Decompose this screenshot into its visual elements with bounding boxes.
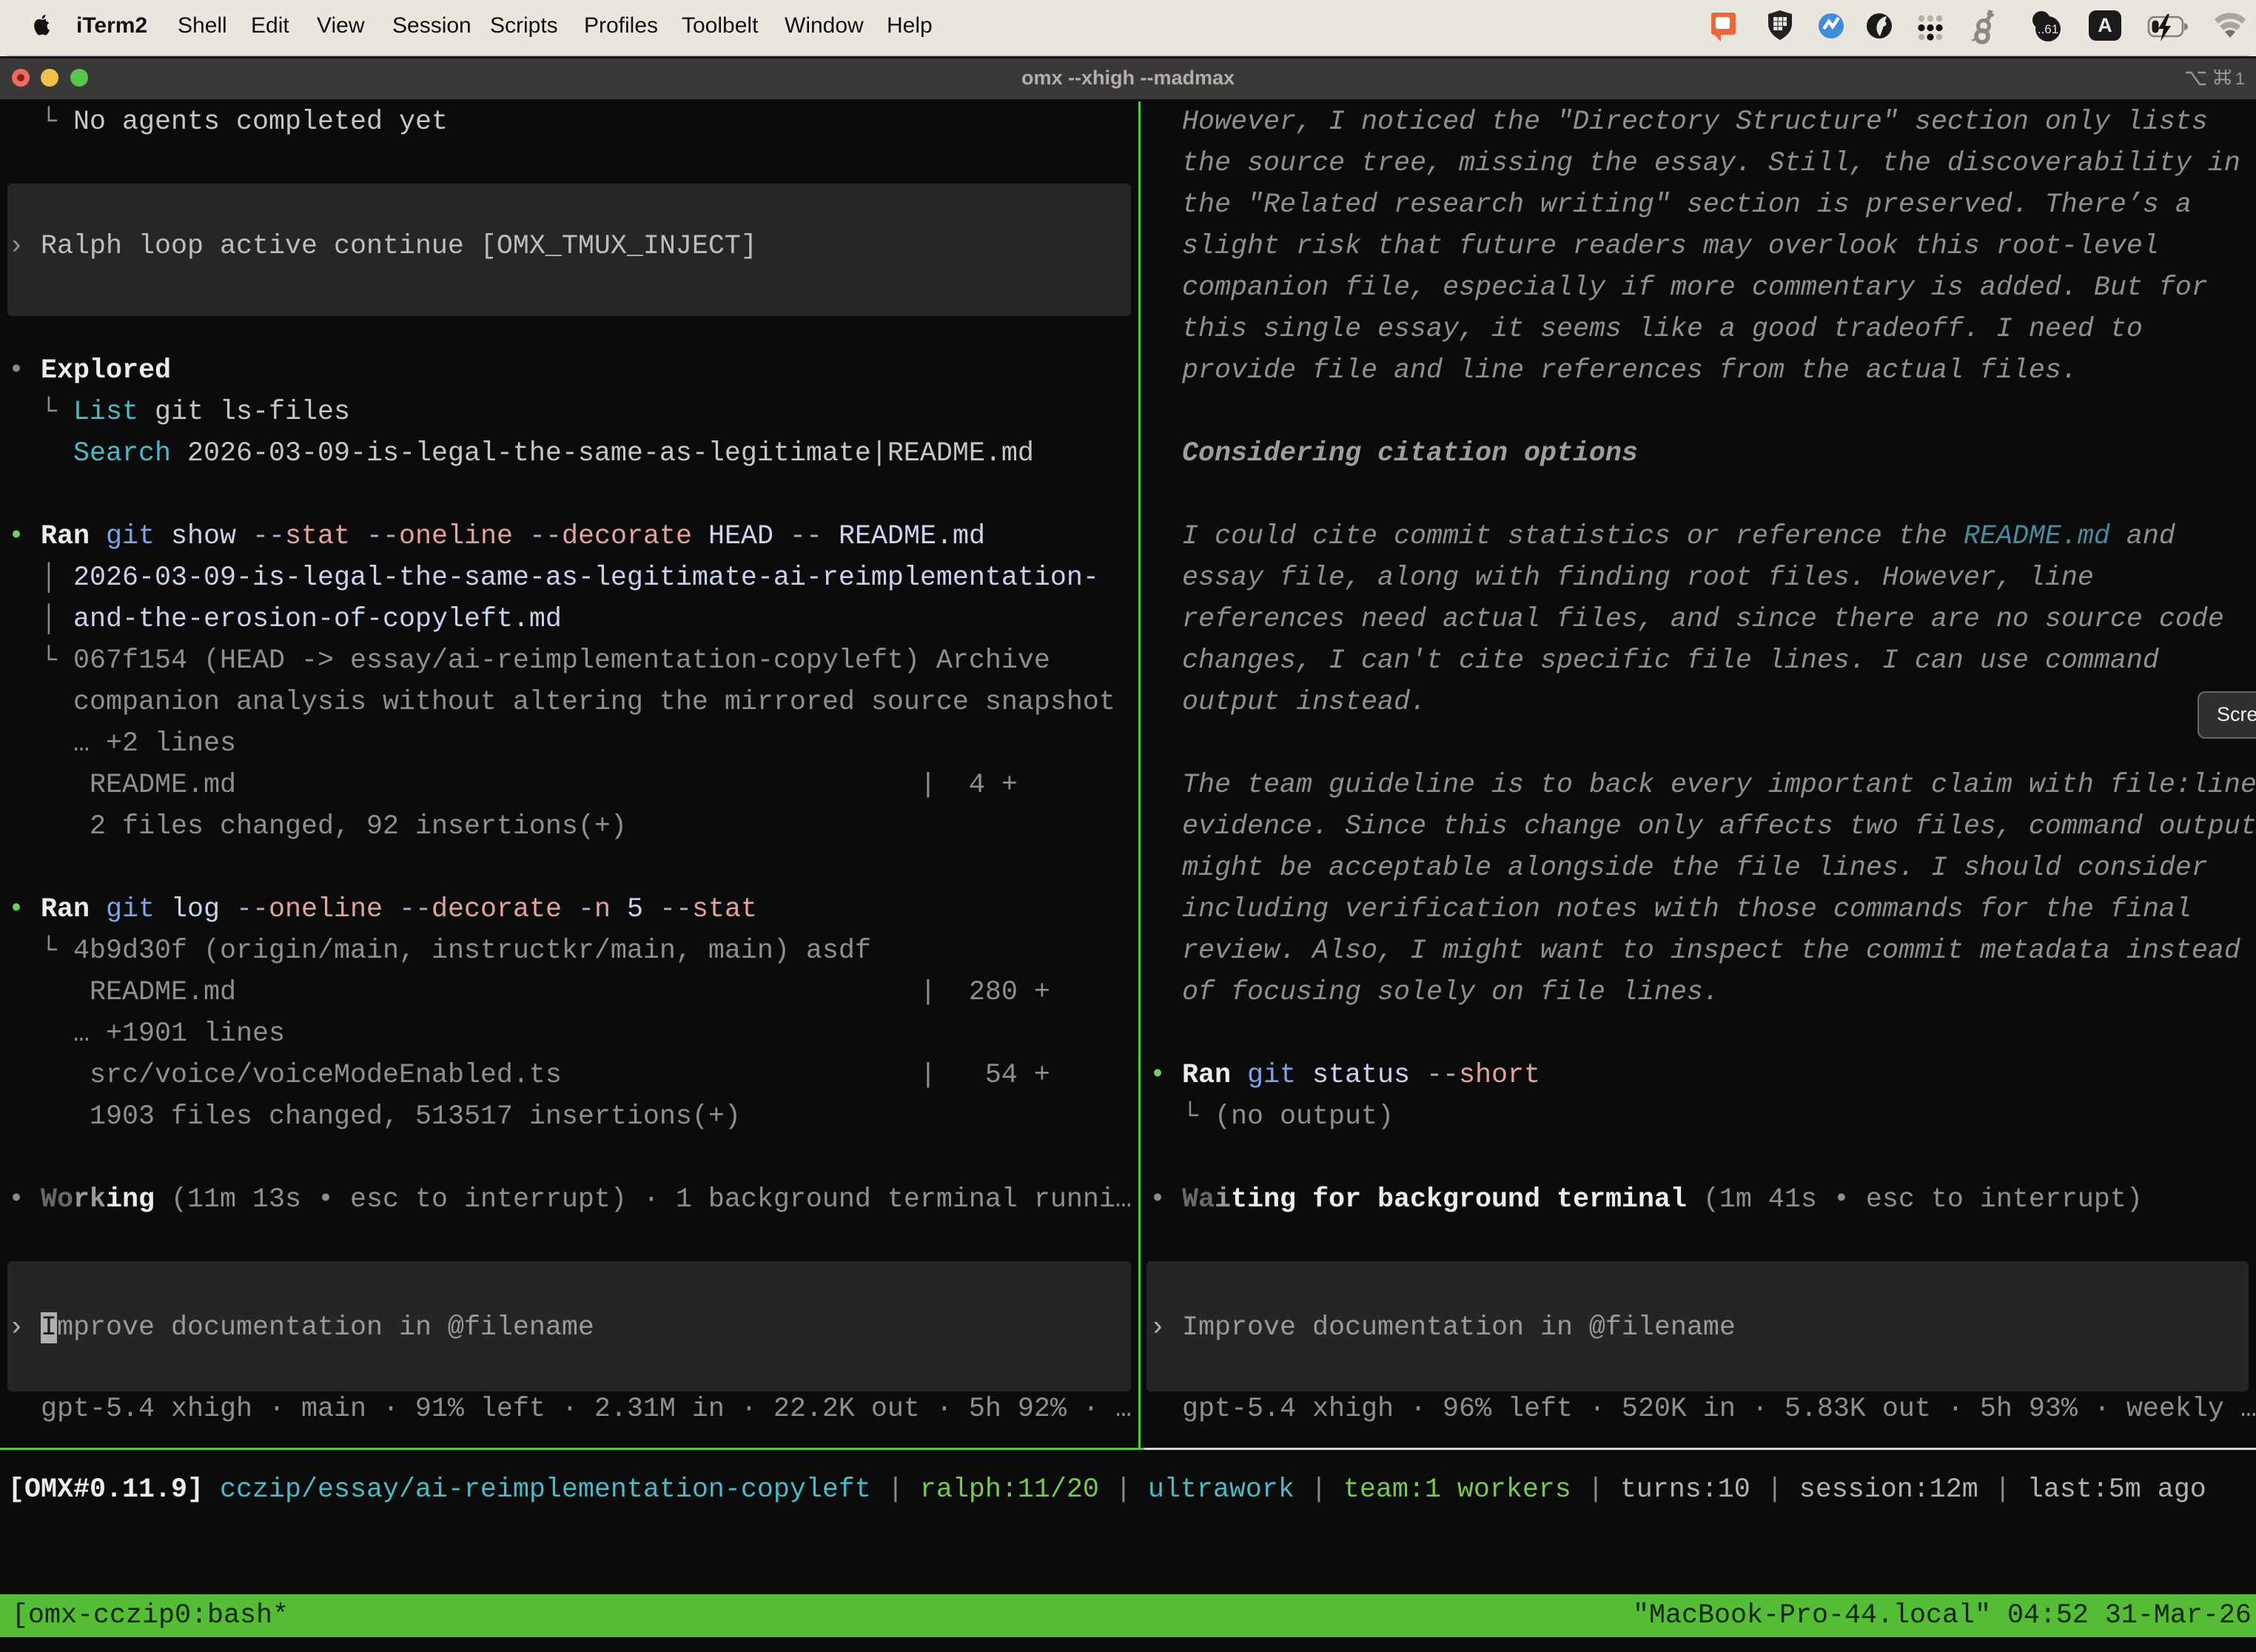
svg-text:1: 1	[2235, 70, 2244, 87]
svg-text:..61: ..61	[2038, 22, 2058, 36]
